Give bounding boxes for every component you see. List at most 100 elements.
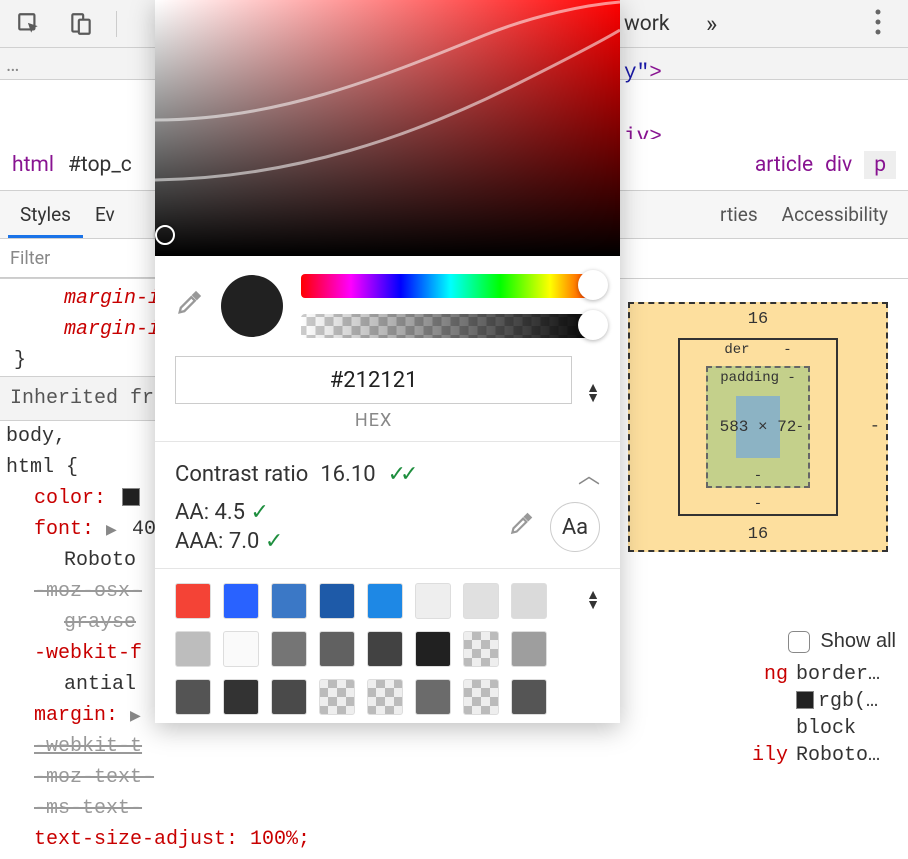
hue-slider-thumb[interactable] xyxy=(578,270,608,300)
computed-prop-ng[interactable]: ng xyxy=(764,663,788,686)
margin-right-dash: - xyxy=(870,418,880,437)
computed-properties: Show all ng border… rgb(… block ily Robo… xyxy=(596,630,896,769)
palette-swatch[interactable] xyxy=(319,631,355,667)
css-font-value[interactable]: 40 xyxy=(132,518,156,541)
eyedropper-icon[interactable] xyxy=(175,289,203,324)
aaa-pass-check-icon: ✓ xyxy=(265,529,283,554)
tab-styles[interactable]: Styles xyxy=(8,191,83,238)
palette-swatch[interactable] xyxy=(415,631,451,667)
show-all-checkbox[interactable] xyxy=(788,631,810,653)
alpha-slider-thumb[interactable] xyxy=(578,310,608,340)
palette-swatch[interactable] xyxy=(223,583,259,619)
breadcrumb-top-c[interactable]: #top_c xyxy=(68,153,132,177)
toolbar-separator xyxy=(116,11,117,37)
css-moz-text-size[interactable]: -moz-text- xyxy=(34,766,154,789)
tab-properties-partial[interactable]: rties xyxy=(708,191,770,238)
palette-switcher-icon[interactable]: ▲▼ xyxy=(586,591,600,611)
breadcrumb-div[interactable]: div xyxy=(825,153,852,177)
margin-bottom-value[interactable]: 16 xyxy=(630,525,886,544)
css-font-family-value[interactable]: Roboto xyxy=(64,549,136,572)
border-top-dash: - xyxy=(783,342,791,358)
aa-pass-check-icon: ✓ xyxy=(251,500,269,525)
computed-border-value[interactable]: border… xyxy=(796,663,896,686)
palette-swatch[interactable] xyxy=(415,583,451,619)
breadcrumb-html[interactable]: html xyxy=(12,153,54,177)
show-all-toggle[interactable]: Show all xyxy=(596,630,896,653)
css-ms-text-size[interactable]: -ms-text- xyxy=(34,797,142,820)
palette-swatch[interactable] xyxy=(175,583,211,619)
tab-accessibility[interactable]: Accessibility xyxy=(770,191,900,238)
palette-swatch[interactable] xyxy=(463,631,499,667)
device-toggle-icon[interactable] xyxy=(64,7,98,41)
palette-swatch[interactable] xyxy=(367,679,403,715)
palette-swatch[interactable] xyxy=(511,631,547,667)
css-font-prop[interactable]: font: xyxy=(34,518,94,541)
css-grayscale-value[interactable]: grayse xyxy=(64,611,136,634)
show-all-label: Show all xyxy=(820,630,896,653)
breadcrumb-p-selected[interactable]: p xyxy=(864,151,896,179)
css-margin-prop[interactable]: margin: xyxy=(34,704,118,727)
color-palette: ▲▼ xyxy=(155,569,620,723)
margin-top-value[interactable]: 16 xyxy=(630,310,886,329)
selector-html[interactable]: html { xyxy=(6,456,78,479)
expand-triangle-icon[interactable]: ▶ xyxy=(106,521,120,543)
css-webkit-text-size[interactable]: -webkit-t xyxy=(34,735,142,758)
palette-swatch[interactable] xyxy=(367,583,403,619)
box-model-diagram: 16 16 - der - - padding - - - 583 × 72 xyxy=(628,302,888,552)
contrast-collapse-icon[interactable]: ︿ xyxy=(578,458,600,490)
palette-swatch[interactable] xyxy=(319,583,355,619)
aaa-threshold-label: AAA: 7.0 xyxy=(175,529,259,554)
palette-swatch[interactable] xyxy=(367,631,403,667)
selector-body[interactable]: body, xyxy=(6,421,66,452)
palette-swatch[interactable] xyxy=(463,583,499,619)
palette-swatch[interactable] xyxy=(415,679,451,715)
palette-swatch[interactable] xyxy=(511,583,547,619)
aa-threshold-label: AA: 4.5 xyxy=(175,500,245,525)
inspect-element-icon[interactable] xyxy=(12,7,46,41)
computed-color-swatch-icon[interactable] xyxy=(796,691,814,709)
alpha-slider[interactable] xyxy=(301,314,600,338)
hue-slider[interactable] xyxy=(301,274,600,298)
palette-swatch[interactable] xyxy=(175,631,211,667)
tab-network-partial[interactable]: work xyxy=(624,12,670,36)
palette-swatch[interactable] xyxy=(175,679,211,715)
current-color-preview xyxy=(221,275,283,337)
tabs-overflow-icon[interactable]: » xyxy=(706,10,717,38)
contrast-ratio-value: 16.10 xyxy=(320,462,375,487)
css-antialiased-value[interactable]: antial xyxy=(64,673,136,696)
content-dimensions[interactable]: 583 × 72 xyxy=(736,396,780,458)
palette-swatch[interactable] xyxy=(223,631,259,667)
hex-input-field[interactable]: #212121 xyxy=(175,356,572,404)
palette-swatch[interactable] xyxy=(319,679,355,715)
css-text-size-adjust[interactable]: text-size-adjust: 100%; xyxy=(34,828,310,851)
palette-swatch[interactable] xyxy=(511,679,547,715)
color-swatch-icon[interactable] xyxy=(122,488,140,506)
tab-event-listeners-partial[interactable]: Ev xyxy=(83,191,127,238)
dom-attr-fragment: y"> xyxy=(624,62,662,85)
palette-swatch[interactable] xyxy=(271,679,307,715)
palette-swatch[interactable] xyxy=(463,679,499,715)
palette-swatch[interactable] xyxy=(271,631,307,667)
computed-display-value[interactable]: block xyxy=(796,717,896,740)
gradient-pointer[interactable] xyxy=(155,225,175,245)
color-gradient-area[interactable] xyxy=(155,0,620,256)
palette-swatch[interactable] xyxy=(223,679,259,715)
contrast-ratio-label: Contrast ratio xyxy=(175,462,308,487)
css-moz-osx[interactable]: -moz-osx- xyxy=(34,580,142,603)
expand-triangle-icon-2[interactable]: ▶ xyxy=(130,707,144,729)
palette-swatch[interactable] xyxy=(271,583,307,619)
more-menu-icon[interactable] xyxy=(874,8,882,42)
computed-font-family-value[interactable]: Roboto… xyxy=(796,744,896,767)
text-sample-preview[interactable]: Aa xyxy=(550,502,600,552)
computed-rgb-value[interactable]: rgb(… xyxy=(818,690,878,713)
padding-right-dash: - xyxy=(796,419,804,435)
breadcrumb-article[interactable]: article xyxy=(755,153,813,177)
styles-filter-input[interactable]: Filter xyxy=(0,239,160,278)
bg-eyedropper-icon[interactable] xyxy=(508,511,534,544)
css-webkit-font-smoothing[interactable]: -webkit-f xyxy=(34,642,142,665)
padding-bottom-dash: - xyxy=(708,468,808,484)
css-color-prop[interactable]: color: xyxy=(34,487,106,510)
color-format-label: HEX xyxy=(355,410,392,431)
format-switcher-icon[interactable]: ▲▼ xyxy=(586,384,600,404)
computed-prop-ily[interactable]: ily xyxy=(752,744,788,767)
